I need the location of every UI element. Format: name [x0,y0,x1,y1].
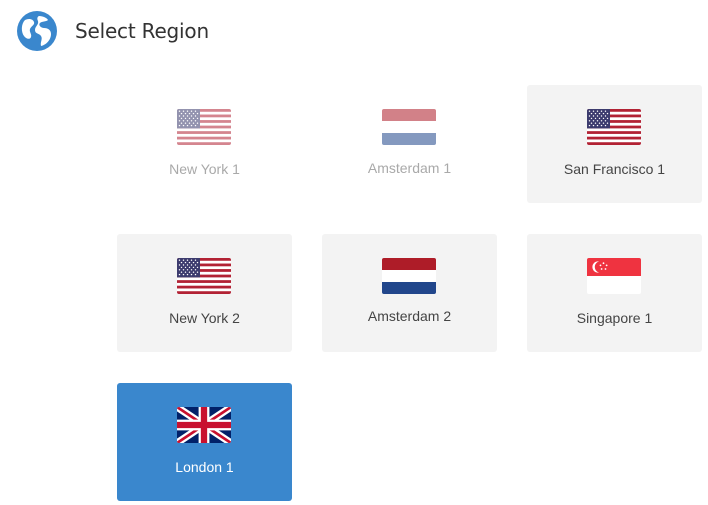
region-card-new-york-2[interactable]: New York 2 [117,234,292,352]
region-label: San Francisco 1 [563,161,666,177]
region-label: London 1 [175,459,234,475]
region-label: New York 1 [169,161,240,177]
us-flag-icon [177,258,231,294]
region-card-london-1[interactable]: London 1 [117,383,292,501]
sg-flag-icon [587,258,641,294]
uk-flag-icon [177,407,231,443]
nl-flag-icon [382,109,436,145]
region-card-singapore-1[interactable]: Singapore 1 [527,234,702,352]
region-card-new-york-1: New York 1 [117,85,292,203]
region-label: New York 2 [169,310,240,326]
region-label: Amsterdam 1 [367,160,452,176]
globe-icon [17,11,57,51]
page-header: Select Region [16,10,209,52]
region-label: Singapore 1 [576,310,653,326]
nl-flag-icon [382,258,436,294]
region-label: Amsterdam 2 [367,308,452,324]
region-card-amsterdam-2[interactable]: Amsterdam 2 [322,234,497,352]
region-card-san-francisco-1[interactable]: San Francisco 1 [527,85,702,203]
page-title: Select Region [75,19,209,43]
us-flag-icon [177,109,231,145]
region-card-amsterdam-1: Amsterdam 1 [322,85,497,203]
us-flag-icon [587,109,641,145]
